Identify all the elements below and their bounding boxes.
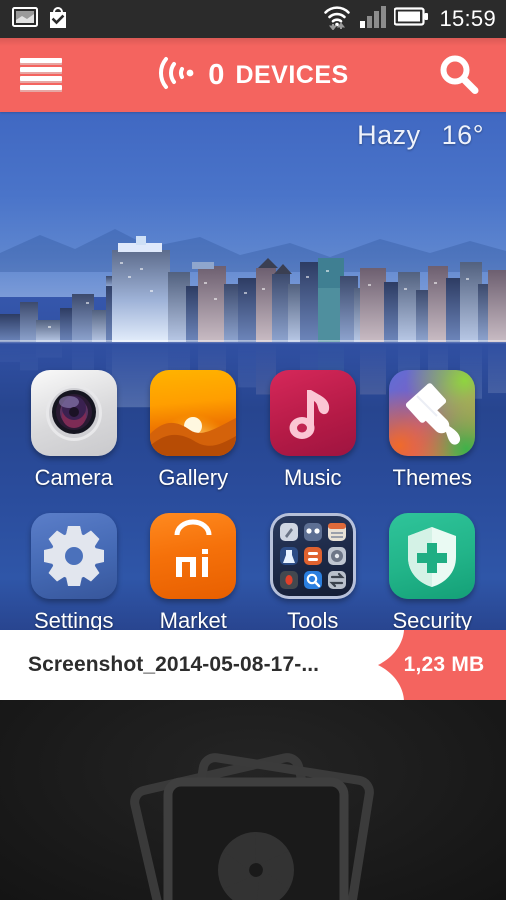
weather-temperature: 16° (441, 120, 484, 150)
app-row-1: Camera Gallery Music Themes (0, 370, 506, 491)
app-camera[interactable]: Camera (14, 370, 134, 491)
app-row-2: Settings Market Tools Security (0, 513, 506, 634)
app-tools[interactable]: Tools (253, 513, 373, 634)
app-themes[interactable]: Themes (373, 370, 493, 491)
phone-screen: 15:59 0 DEVICES Hazy 16° Camera Gallery … (0, 0, 506, 900)
broadcast-icon (157, 55, 197, 96)
app-label: Gallery (158, 465, 229, 490)
app-label: Themes (392, 465, 472, 490)
app-settings[interactable]: Settings (14, 513, 134, 634)
status-bar-right-icons: 15:59 (322, 4, 496, 35)
app-market[interactable]: Market (134, 513, 254, 634)
play-store-install-icon (47, 5, 69, 34)
photo-stack-aperture-icon (130, 753, 374, 900)
file-transfer-bar[interactable]: Screenshot_2014-05-08-17-... 1,23 MB (0, 630, 506, 700)
market-app-icon (150, 513, 237, 599)
app-music[interactable]: Music (253, 370, 373, 491)
hamburger-menu-icon[interactable] (20, 58, 62, 92)
wifi-icon (322, 4, 352, 35)
security-app-icon (389, 513, 476, 599)
search-icon[interactable] (434, 50, 484, 100)
home-screen-wallpaper: Hazy 16° Camera Gallery Music Themes Set… (0, 112, 506, 642)
file-size: 1,23 MB (403, 653, 485, 676)
app-grid: Camera Gallery Music Themes Settings Mar… (0, 370, 506, 642)
gallery-empty-area (0, 700, 506, 900)
status-bar: 15:59 (0, 0, 506, 38)
app-bar-title: 0 DEVICES (0, 38, 506, 112)
tools-folder-icon (269, 513, 356, 599)
app-label: Music (284, 465, 342, 490)
weather-condition: Hazy (357, 120, 421, 150)
cellular-signal-icon (360, 5, 387, 33)
weather-widget[interactable]: Hazy 16° (357, 120, 484, 151)
battery-icon (393, 7, 429, 31)
music-app-icon (269, 370, 356, 456)
devices-count: 0 (208, 58, 225, 91)
app-label: Camera (34, 465, 113, 490)
themes-app-icon (389, 370, 476, 456)
gallery-app-icon (150, 370, 237, 456)
app-bar: 0 DEVICES (0, 38, 506, 112)
status-bar-left-icons (12, 5, 69, 34)
file-name: Screenshot_2014-05-08-17-... (28, 653, 320, 676)
screenshot-icon (12, 6, 38, 32)
devices-label: DEVICES (235, 60, 349, 89)
settings-app-icon (30, 513, 117, 599)
app-gallery[interactable]: Gallery (134, 370, 254, 491)
camera-app-icon (30, 370, 117, 456)
status-bar-clock: 15:59 (439, 6, 496, 31)
city-skyline (0, 236, 506, 342)
app-security[interactable]: Security (373, 513, 493, 634)
